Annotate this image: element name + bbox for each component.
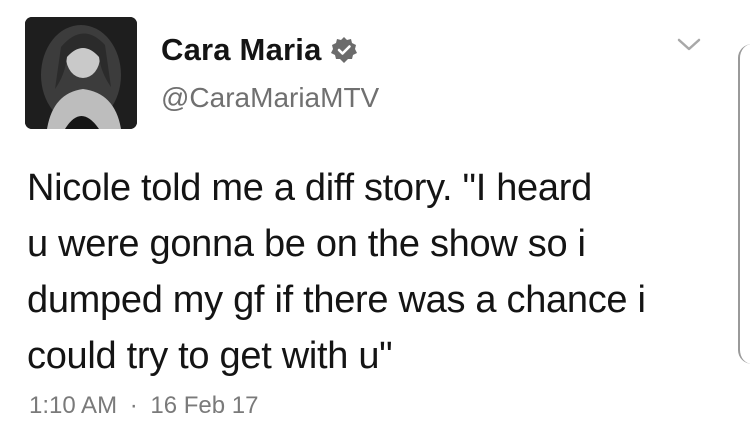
- tweet-card: Cara Maria @CaraMariaMTV Nicole told me …: [0, 0, 750, 444]
- screen-edge-border: [738, 44, 750, 364]
- avatar-image: [25, 17, 137, 129]
- chevron-down-icon[interactable]: [676, 36, 702, 54]
- avatar[interactable]: [25, 17, 137, 129]
- verified-badge-icon: [330, 36, 358, 64]
- tweet-time: 1:10 AM: [29, 392, 118, 419]
- tweet-text: Nicole told me a diff story. "I heard u …: [27, 167, 646, 377]
- timestamp-separator: ·: [129, 392, 138, 419]
- tweet-timestamp: 1:10 AM · 16 Feb 17: [29, 392, 259, 420]
- display-name-row: Cara Maria: [161, 30, 358, 70]
- tweet-date: 16 Feb 17: [150, 392, 259, 419]
- display-name[interactable]: Cara Maria: [161, 32, 322, 68]
- handle[interactable]: @CaraMariaMTV: [161, 82, 379, 114]
